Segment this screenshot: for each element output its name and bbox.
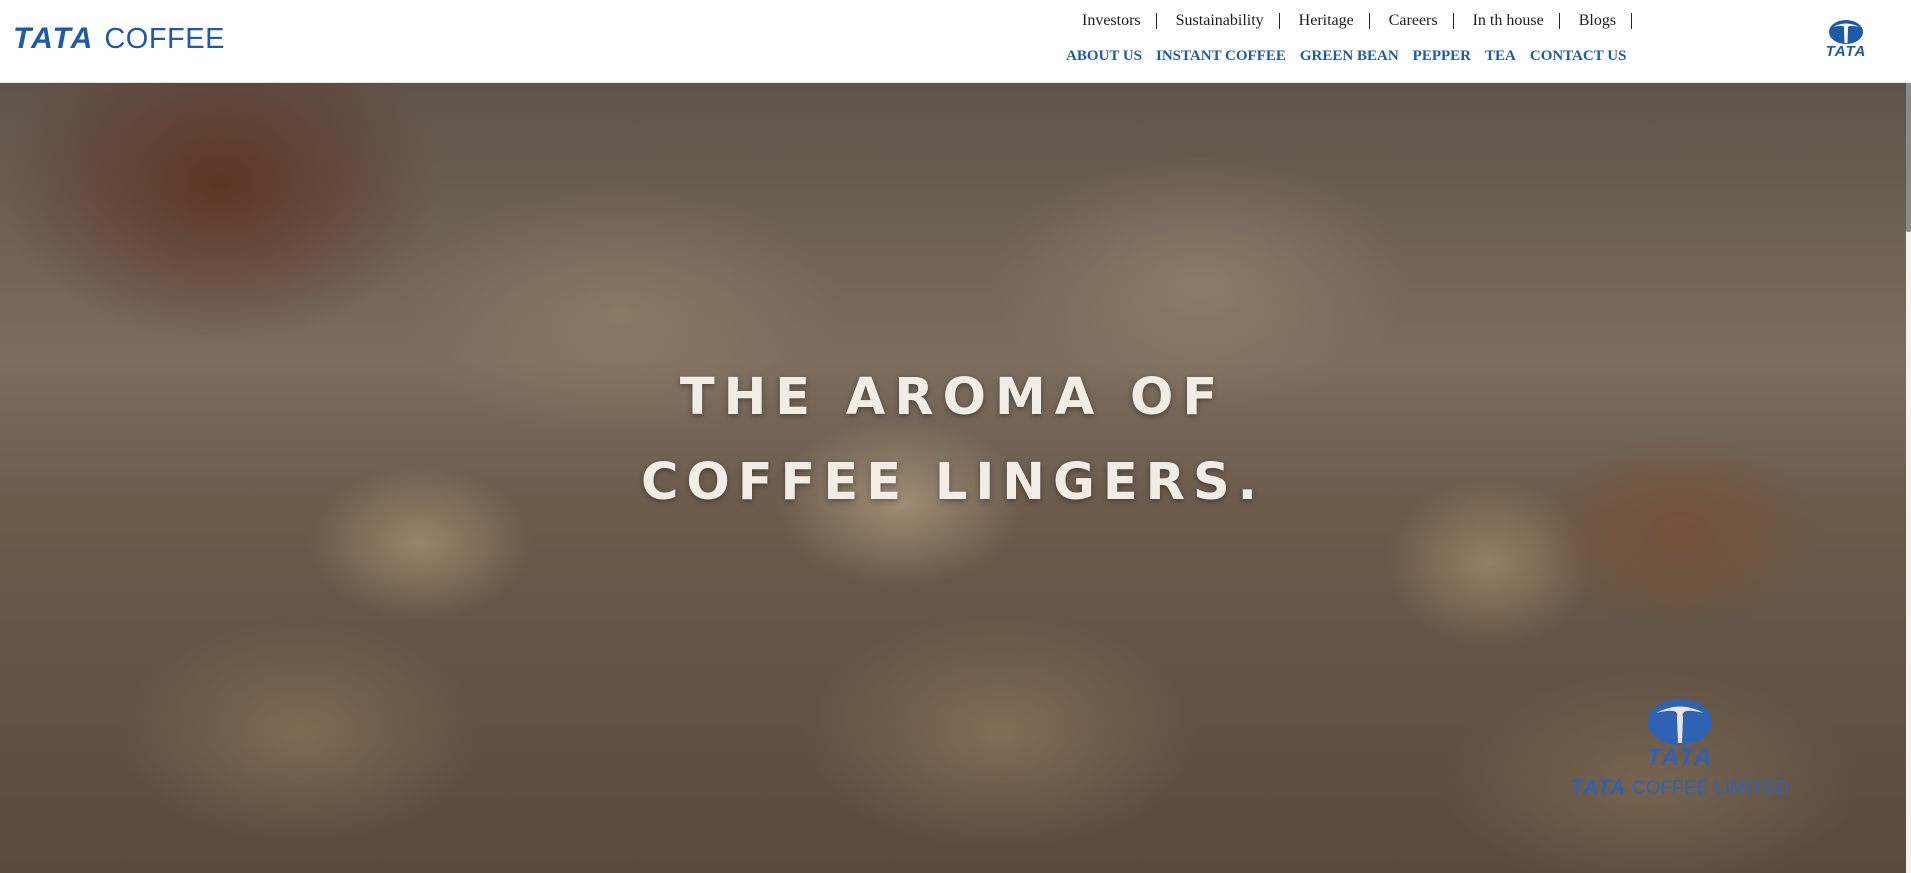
separator [1558, 13, 1560, 29]
page-scrollbar[interactable] [1906, 0, 1911, 873]
top-link-investors[interactable]: Investors [1082, 12, 1176, 30]
logo-brand: TATA [13, 22, 95, 55]
separator [1452, 13, 1454, 29]
utility-nav: Investors Sustainability Heritage Career… [1082, 12, 1651, 30]
tata-emblem-icon [1829, 20, 1863, 44]
top-link-label: Heritage [1298, 12, 1354, 29]
top-link-label: In th house [1472, 12, 1544, 29]
top-link-blogs[interactable]: Blogs [1579, 12, 1651, 30]
top-link-label: Blogs [1578, 12, 1617, 29]
nav-green-bean[interactable]: GREEN BEAN [1300, 48, 1399, 65]
separator [1278, 13, 1280, 29]
tata-coffee-limited-logo: TATA TATA COFFEE LIMITED [1555, 698, 1805, 800]
hero-logo-word: TATA [1646, 744, 1714, 771]
tata-emblem[interactable]: TATA [1822, 19, 1870, 60]
top-link-label: Investors [1082, 12, 1141, 29]
hero-banner: THE AROMA OF COFFEE LINGERS. TATA TATA C… [0, 83, 1906, 873]
site-header: TATA COFFEE Investors Sustainability Her… [0, 0, 1911, 83]
top-link-careers[interactable]: Careers [1389, 12, 1473, 30]
separator [1155, 13, 1157, 29]
separator [1368, 13, 1370, 29]
emblem-word: TATA [1825, 43, 1867, 60]
company-brand: TATA [1570, 776, 1626, 799]
separator [1631, 13, 1633, 29]
top-link-label: Sustainability [1175, 12, 1264, 29]
company-suffix: COFFEE LIMITED [1632, 778, 1790, 799]
top-link-sustainability[interactable]: Sustainability [1176, 12, 1299, 30]
company-name: TATA COFFEE LIMITED [1571, 776, 1790, 800]
tata-emblem-icon [1648, 699, 1712, 745]
nav-about-us[interactable]: ABOUT US [1066, 48, 1142, 65]
logo-product: COFFEE [104, 23, 225, 55]
nav-tea[interactable]: TEA [1485, 48, 1516, 65]
top-link-heritage[interactable]: Heritage [1299, 12, 1389, 30]
tata-coffee-logo[interactable]: TATA COFFEE [13, 22, 225, 56]
main-nav: ABOUT US INSTANT COFFEE GREEN BEAN PEPPE… [1066, 48, 1640, 65]
nav-instant-coffee[interactable]: INSTANT COFFEE [1156, 48, 1286, 65]
nav-pepper[interactable]: PEPPER [1413, 48, 1471, 65]
top-link-in-the-house[interactable]: In th house [1473, 12, 1579, 30]
top-link-label: Careers [1388, 12, 1438, 29]
hero-headline-line1: THE AROMA OF [679, 368, 1227, 427]
nav-contact-us[interactable]: CONTACT US [1530, 48, 1627, 65]
hero-headline-line2: COFFEE LINGERS. [640, 453, 1266, 512]
